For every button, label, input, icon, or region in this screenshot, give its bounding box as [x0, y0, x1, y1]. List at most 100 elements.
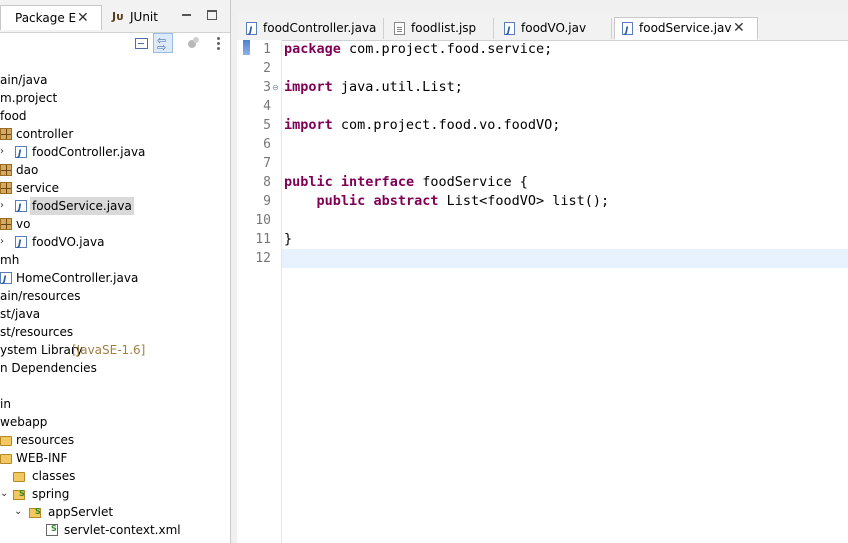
tree-item-foodcontroller[interactable]: › foodController.java: [0, 143, 230, 163]
tree-item-label: ain/java: [0, 73, 48, 87]
tree-item-label: foodService.java: [30, 197, 134, 215]
line-number: 6: [263, 137, 271, 152]
tab-junit-label: JUnit: [130, 10, 158, 24]
line-number: 1: [263, 42, 271, 57]
close-icon[interactable]: ✕: [77, 6, 89, 30]
tree-item-label: vo: [16, 217, 31, 231]
chevron-down-icon[interactable]: ⌄: [14, 503, 22, 521]
chevron-down-icon[interactable]: ⌄: [0, 485, 8, 503]
tree-item-label: ystem Library: [0, 343, 83, 357]
tab-package-explorer[interactable]: Package E ✕: [0, 5, 102, 30]
tree-item-label: classes: [32, 469, 76, 483]
folder-icon: [13, 472, 25, 482]
tree-item-foodservice[interactable]: › foodService.java: [0, 197, 230, 217]
code-keyword: public: [316, 193, 366, 209]
code-text: List<foodVO> list();: [438, 193, 610, 209]
tree-item-resources[interactable]: resources: [0, 431, 230, 449]
chevron-right-icon[interactable]: ›: [0, 197, 4, 215]
close-icon[interactable]: ✕: [733, 18, 745, 39]
java-file-icon: [504, 21, 515, 42]
tree-item-vo[interactable]: vo: [0, 215, 230, 233]
tree-item-servlet-context[interactable]: servlet-context.xml: [0, 520, 230, 539]
link-with-editor-icon[interactable]: ⇦ ⇨: [153, 33, 173, 53]
folder-icon: [0, 454, 12, 464]
tab-package-explorer-label: Package E: [15, 11, 77, 25]
code-text: }: [284, 231, 293, 247]
tab-foodcontroller[interactable]: foodController.java: [239, 18, 384, 42]
tree-item-dao[interactable]: dao: [0, 161, 230, 179]
code-keyword: abstract: [373, 193, 439, 209]
package-icon: [0, 218, 12, 230]
editor-tabbar: foodController.java foodlist.jsp foodVO.…: [237, 14, 848, 42]
tab-foodvo[interactable]: foodVO.jav: [497, 18, 612, 42]
line-number: 2: [263, 61, 271, 76]
editor-gutter: [237, 40, 253, 543]
tree-item-label: dao: [16, 163, 39, 177]
code-line[interactable]: import java.util.List;: [284, 78, 463, 97]
tab-foodlist-jsp[interactable]: foodlist.jsp: [387, 18, 494, 39]
tree-item-label: ain/resources: [0, 289, 81, 303]
chevron-right-icon[interactable]: ›: [0, 143, 4, 161]
line-number: 3: [263, 80, 271, 95]
package-explorer-toolbar: ⇦ ⇨: [0, 33, 230, 55]
java-file-icon: [15, 145, 27, 163]
code-text: foodService {: [414, 174, 528, 190]
line-number: 9: [263, 194, 271, 209]
spring-folder-icon: [29, 503, 41, 521]
tab-label: foodVO.jav: [521, 21, 587, 35]
tree-item-spring[interactable]: ⌄ spring: [0, 485, 230, 503]
line-number: 10: [255, 213, 271, 228]
tree-item-label: in: [0, 397, 11, 411]
jsp-file-icon: [394, 22, 405, 35]
tab-foodservice[interactable]: foodService.jav ✕: [614, 17, 758, 42]
code-text: java.util.List;: [332, 79, 463, 95]
spring-xml-icon: [46, 520, 58, 538]
code-editor[interactable]: package com.project.food.service; import…: [282, 40, 848, 543]
tree-item-service[interactable]: service: [0, 179, 230, 197]
tree-item-classes[interactable]: classes: [0, 467, 230, 485]
tree-item-controller[interactable]: controller: [0, 125, 230, 143]
package-icon: [0, 128, 12, 140]
view-menu-icon[interactable]: [211, 35, 227, 51]
spring-folder-icon: [13, 485, 25, 503]
tree-item-decoration: [JavaSE-1.6]: [72, 343, 146, 357]
tree-item-label: appServlet: [48, 505, 114, 519]
tree-item-appservlet[interactable]: ⌄ appServlet: [0, 503, 230, 521]
line-number-ruler: 1 2 3 ⊖ 4 5 6 7 8 9 10 11 12: [253, 40, 282, 543]
line-number: 7: [263, 156, 271, 171]
code-line[interactable]: import com.project.food.vo.foodVO;: [284, 116, 560, 135]
java-file-icon: [246, 21, 257, 42]
maximize-icon[interactable]: [207, 10, 217, 20]
code-line[interactable]: public interface foodService {: [284, 173, 528, 192]
package-explorer-view: Package E ✕ Jᴜ JUnit ⇦ ⇨ ain/java m.proje…: [0, 0, 231, 543]
code-keyword: import: [284, 79, 333, 95]
code-keyword: interface: [340, 174, 415, 190]
tree-item-label: controller: [16, 127, 74, 141]
code-line[interactable]: package com.project.food.service;: [284, 40, 552, 59]
tree-item-homecontroller[interactable]: HomeController.java: [0, 269, 230, 289]
chevron-right-icon[interactable]: ›: [0, 233, 4, 251]
tab-label: foodService.jav: [639, 21, 732, 35]
tab-label: foodController.java: [263, 21, 377, 35]
code-line[interactable]: }: [284, 230, 292, 249]
tree-item-foodvo[interactable]: › foodVO.java: [0, 233, 230, 253]
code-line[interactable]: public abstract List<foodVO> list();: [284, 192, 610, 211]
tree-item-label: mh: [0, 253, 20, 267]
left-view-tabbar: Package E ✕ Jᴜ JUnit: [0, 0, 230, 33]
tree-item-web-inf[interactable]: WEB-INF: [0, 449, 230, 467]
java-file-icon: [15, 235, 27, 253]
junit-icon: Jᴜ: [112, 10, 124, 23]
tree-item-label: service: [16, 181, 59, 195]
tab-junit[interactable]: Jᴜ JUnit: [106, 5, 164, 29]
fold-collapse-icon[interactable]: ⊖: [272, 78, 279, 97]
code-keyword: public: [284, 174, 333, 190]
tab-label: foodlist.jsp: [411, 21, 477, 35]
tree-item-label: n Dependencies: [0, 361, 97, 375]
tree-item-label: servlet-context.xml: [64, 523, 181, 537]
minimize-icon[interactable]: [182, 9, 192, 18]
filter-icon[interactable]: [186, 35, 202, 51]
tree-item-label: foodController.java: [32, 145, 146, 159]
java-file-icon: [622, 21, 633, 42]
collapse-all-icon[interactable]: [133, 35, 149, 51]
folder-icon: [0, 436, 12, 446]
